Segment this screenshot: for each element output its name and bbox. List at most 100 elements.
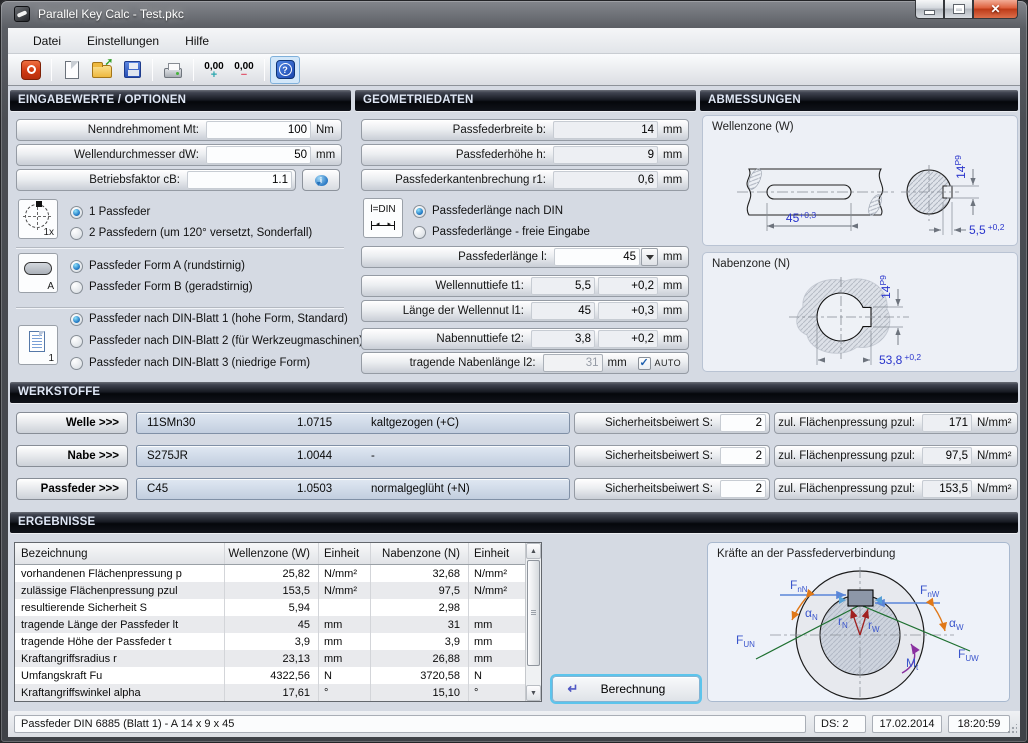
- unit-label: N/mm²: [972, 450, 1014, 462]
- nabenlaenge-input[interactable]: 31: [543, 354, 603, 372]
- col-einheit-2: Einheit: [469, 543, 525, 564]
- radio-label: Passfederlänge - freie Eingabe: [432, 226, 590, 238]
- info-icon: i: [315, 175, 328, 186]
- scrollbar-thumb[interactable]: [527, 560, 540, 666]
- passfeder-material-button[interactable]: Passfeder >>>: [16, 478, 128, 500]
- din-blatt-icon: 1: [18, 325, 58, 365]
- input-row-passfederlaenge: Passfederlänge l: 45 mm: [361, 246, 689, 268]
- radio-laenge-frei[interactable]: Passfederlänge - freie Eingabe: [413, 225, 590, 239]
- nabe-pressung-value: 97,5: [922, 447, 972, 465]
- save-file-button[interactable]: [117, 56, 147, 84]
- close-button[interactable]: ✕: [973, 0, 1018, 19]
- menu-hilfe[interactable]: Hilfe: [172, 30, 222, 52]
- auto-checkbox[interactable]: [638, 357, 651, 370]
- section-ergebnisse: ERGEBNISSE: [10, 512, 1018, 533]
- radio-icon: [70, 357, 83, 370]
- minus-icon: −: [241, 71, 247, 80]
- passfeder-sicherheit-input[interactable]: 2: [720, 480, 766, 498]
- radio-2-passfedern[interactable]: 2 Passfedern (um 120° versetzt, Sonderfa…: [70, 226, 312, 240]
- radio-din-blatt-1[interactable]: Passfeder nach DIN-Blatt 1 (hohe Form, S…: [70, 312, 348, 326]
- nenndrehmoment-input[interactable]: 100: [206, 121, 311, 139]
- new-file-icon: [65, 61, 79, 79]
- radio-form-b[interactable]: Passfeder Form B (geradstirnig): [70, 280, 253, 294]
- key-form-a-icon: [24, 262, 52, 275]
- radio-1-passfeder[interactable]: 1 Passfeder: [70, 205, 150, 219]
- passfederbreite-value: 14: [553, 121, 658, 139]
- unit-label: mm: [658, 333, 685, 345]
- welle-pressung-row: zul. Flächenpressung pzul: 171 N/mm²: [774, 412, 1018, 434]
- menu-einstellungen[interactable]: Einstellungen: [74, 30, 172, 52]
- scroll-up-icon[interactable]: ▲: [526, 543, 541, 559]
- radio-din-blatt-2[interactable]: Passfeder nach DIN-Blatt 2 (für Werkzeug…: [70, 334, 363, 348]
- table-row: Kraftangriffswinkel alpha17,61°15,10°: [15, 684, 541, 701]
- radio-laenge-din[interactable]: Passfederlänge nach DIN: [413, 204, 563, 218]
- new-file-button[interactable]: [57, 56, 87, 84]
- input-row-passfederhoehe: Passfederhöhe h: 9 mm: [361, 144, 689, 166]
- table-scrollbar[interactable]: ▲ ▼: [525, 543, 541, 701]
- material-name: C45: [147, 483, 168, 495]
- berechnung-label: Berechnung: [593, 682, 699, 696]
- unit-label: mm: [658, 251, 685, 263]
- nabenzone-drawing: 14P9 53,8+0,2: [703, 273, 1017, 371]
- section-werkstoffe: WERKSTOFFE: [10, 382, 1018, 403]
- betriebsfaktor-info-button[interactable]: i: [302, 169, 340, 191]
- menu-bar: Datei Einstellungen Hilfe: [8, 28, 1020, 54]
- welle-sicherheit-row: Sicherheitsbeiwert S: 2: [574, 412, 770, 434]
- toolbar: 0,00 + 0,00 − ?: [8, 54, 1020, 86]
- input-row-kantenbrechung: Passfederkantenbrechung r1: 0,6 mm: [361, 169, 689, 191]
- help-button[interactable]: ?: [270, 56, 300, 84]
- nabe-sicherheit-input[interactable]: 2: [720, 447, 766, 465]
- field-label: Passfederbreite b:: [362, 124, 553, 136]
- nabenzone-label: Nabenzone (N): [712, 258, 790, 270]
- nabe-material-button[interactable]: Nabe >>>: [16, 445, 128, 467]
- radio-icon: [413, 205, 426, 218]
- passfederlaenge-dropdown[interactable]: [641, 248, 658, 266]
- app-window: Parallel Key Calc - Test.pkc ✕ Datei Ein…: [0, 0, 1028, 743]
- nabe-material-box: S275JR 1.0044 -: [136, 445, 570, 467]
- nabennuttiefe-value: 3,8: [531, 330, 595, 348]
- decimal-add-button[interactable]: 0,00 +: [199, 56, 229, 84]
- field-label: zul. Flächenpressung pzul:: [775, 417, 922, 429]
- berechnung-button[interactable]: ↵ Berechnung: [552, 676, 700, 702]
- passfederlaenge-input[interactable]: 45: [554, 248, 640, 266]
- welle-sicherheit-input[interactable]: 2: [720, 414, 766, 432]
- material-name: S275JR: [147, 450, 188, 462]
- kantenbrechung-value: 0,6: [553, 171, 658, 189]
- decimal-remove-button[interactable]: 0,00 −: [229, 56, 259, 84]
- svg-text:45+0,3: 45+0,3: [786, 210, 816, 225]
- wellenzone-panel: Wellenzone (W) 4: [702, 115, 1018, 246]
- betriebsfaktor-input[interactable]: 1.1: [187, 171, 292, 189]
- key-square-icon: [36, 201, 42, 207]
- toolbar-separator: [152, 59, 153, 81]
- minimize-button[interactable]: [915, 0, 944, 19]
- divider: [16, 247, 344, 249]
- resize-grip[interactable]: [1007, 724, 1017, 734]
- welle-material-button[interactable]: Welle >>>: [16, 412, 128, 434]
- status-date: 17.02.2014: [872, 715, 942, 733]
- scroll-down-icon[interactable]: ▼: [526, 685, 541, 701]
- toolbar-separator: [51, 59, 52, 81]
- unit-label: mm: [311, 149, 338, 161]
- exit-button[interactable]: [16, 56, 46, 84]
- radio-form-a[interactable]: Passfeder Form A (rundstirnig): [70, 259, 245, 273]
- open-file-button[interactable]: [87, 56, 117, 84]
- passfeder-form-icon: A: [18, 253, 58, 293]
- nabe-pressung-row: zul. Flächenpressung pzul: 97,5 N/mm²: [774, 445, 1018, 467]
- maximize-button[interactable]: [944, 0, 973, 19]
- maximize-icon: [954, 5, 964, 13]
- radio-icon: [70, 227, 83, 240]
- help-icon: ?: [276, 60, 295, 79]
- radio-din-blatt-3[interactable]: Passfeder nach DIN-Blatt 3 (niedrige For…: [70, 356, 310, 370]
- print-button[interactable]: [158, 56, 188, 84]
- input-row-wellennutlaenge: Länge der Wellennut l1: 45 +0,3 mm: [361, 300, 689, 322]
- laenge-icon-caption: l=DIN: [364, 204, 402, 215]
- input-row-passfederbreite: Passfederbreite b: 14 mm: [361, 119, 689, 141]
- field-label: Passfederkantenbrechung r1:: [362, 174, 553, 186]
- radio-label: Passfeder nach DIN-Blatt 2 (für Werkzeug…: [89, 335, 363, 347]
- svg-text:14P9: 14P9: [878, 275, 893, 299]
- kraefte-diagram: FnN FnW FUN FUW αN αW rN rW Mt: [708, 563, 1009, 701]
- menu-datei[interactable]: Datei: [20, 30, 74, 52]
- wellendurchmesser-input[interactable]: 50: [206, 146, 311, 164]
- nabe-sicherheit-row: Sicherheitsbeiwert S: 2: [574, 445, 770, 467]
- toolbar-separator: [264, 59, 265, 81]
